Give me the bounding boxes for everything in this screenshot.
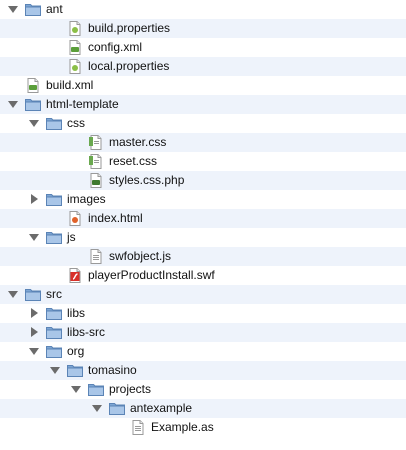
css-file-icon — [88, 135, 104, 150]
tree-item-label: js — [67, 230, 76, 244]
tree-item-label: swfobject.js — [109, 249, 172, 263]
swf-file-icon — [67, 268, 83, 283]
tree-item-label: libs-src — [67, 325, 105, 339]
folder-icon — [25, 287, 41, 302]
php-file-icon — [88, 173, 104, 188]
folder-icon — [46, 192, 62, 207]
tree-item-label: playerProductInstall.swf — [88, 268, 215, 282]
tree-folder-row-tomasino[interactable]: tomasino — [0, 361, 406, 380]
xml-file-icon — [25, 78, 41, 93]
tree-file-row-build-properties[interactable]: build.properties — [0, 19, 406, 38]
tree-item-label: build.xml — [46, 78, 94, 92]
tree-item-label: antexample — [130, 401, 193, 415]
tree-item-label: tomasino — [88, 363, 137, 377]
tree-folder-row-src[interactable]: src — [0, 285, 406, 304]
disclosure-triangle-expanded-icon[interactable] — [28, 231, 40, 243]
properties-file-icon — [67, 59, 83, 74]
disclosure-triangle-expanded-icon[interactable] — [7, 288, 19, 300]
tree-item-label: reset.css — [109, 154, 158, 168]
tree-item-label: Example.as — [151, 420, 214, 434]
tree-file-row-swfobject-js[interactable]: swfobject.js — [0, 247, 406, 266]
tree-folder-row-html-template[interactable]: html-template — [0, 95, 406, 114]
tree-folder-row-js[interactable]: js — [0, 228, 406, 247]
tree-item-label: org — [67, 344, 85, 358]
tree-file-row-index-html[interactable]: index.html — [0, 209, 406, 228]
tree-item-label: libs — [67, 306, 86, 320]
disclosure-triangle-expanded-icon[interactable] — [91, 402, 103, 414]
disclosure-triangle-expanded-icon[interactable] — [7, 3, 19, 15]
xml-file-icon — [67, 40, 83, 55]
folder-icon — [46, 325, 62, 340]
disclosure-triangle-expanded-icon[interactable] — [28, 117, 40, 129]
disclosure-triangle-collapsed-icon[interactable] — [28, 193, 40, 205]
tree-item-label: css — [67, 116, 85, 130]
html-file-icon — [67, 211, 83, 226]
folder-icon — [46, 306, 62, 321]
disclosure-triangle-collapsed-icon[interactable] — [28, 326, 40, 338]
css-file-icon — [88, 154, 104, 169]
tree-item-label: local.properties — [88, 59, 170, 73]
folder-icon — [46, 116, 62, 131]
folder-icon — [46, 230, 62, 245]
folder-icon — [67, 363, 83, 378]
disclosure-triangle-expanded-icon[interactable] — [7, 98, 19, 110]
tree-file-row-reset-css[interactable]: reset.css — [0, 152, 406, 171]
tree-folder-row-libs-src[interactable]: libs-src — [0, 323, 406, 342]
tree-file-row-example-as[interactable]: Example.as — [0, 418, 406, 437]
tree-file-row-playerproductinstall-swf[interactable]: playerProductInstall.swf — [0, 266, 406, 285]
disclosure-triangle-collapsed-icon[interactable] — [28, 307, 40, 319]
tree-item-label: src — [46, 287, 62, 301]
folder-icon — [46, 344, 62, 359]
tree-folder-row-css[interactable]: css — [0, 114, 406, 133]
tree-folder-row-images[interactable]: images — [0, 190, 406, 209]
actionscript-file-icon — [130, 420, 146, 435]
tree-item-label: ant — [46, 2, 63, 16]
properties-file-icon — [67, 21, 83, 36]
tree-item-label: styles.css.php — [109, 173, 185, 187]
tree-folder-row-libs[interactable]: libs — [0, 304, 406, 323]
folder-icon — [25, 97, 41, 112]
tree-folder-row-org[interactable]: org — [0, 342, 406, 361]
tree-item-label: projects — [109, 382, 152, 396]
tree-item-label: index.html — [88, 211, 143, 225]
tree-file-row-build-xml[interactable]: build.xml — [0, 76, 406, 95]
tree-file-row-config-xml[interactable]: config.xml — [0, 38, 406, 57]
folder-icon — [25, 2, 41, 17]
tree-item-label: images — [67, 192, 106, 206]
tree-file-row-master-css[interactable]: master.css — [0, 133, 406, 152]
tree-item-label: config.xml — [88, 40, 143, 54]
javascript-file-icon — [88, 249, 104, 264]
tree-item-label: master.css — [109, 135, 167, 149]
folder-icon — [109, 401, 125, 416]
tree-item-label: html-template — [46, 97, 119, 111]
tree-folder-row-antexample[interactable]: antexample — [0, 399, 406, 418]
folder-icon — [88, 382, 104, 397]
file-tree: ant build.properties config.xml local.prope… — [0, 0, 406, 450]
tree-file-row-styles-css-php[interactable]: styles.css.php — [0, 171, 406, 190]
tree-folder-row-ant[interactable]: ant — [0, 0, 406, 19]
disclosure-triangle-expanded-icon[interactable] — [28, 345, 40, 357]
disclosure-triangle-expanded-icon[interactable] — [49, 364, 61, 376]
tree-item-label: build.properties — [88, 21, 171, 35]
tree-file-row-local-properties[interactable]: local.properties — [0, 57, 406, 76]
tree-folder-row-projects[interactable]: projects — [0, 380, 406, 399]
disclosure-triangle-expanded-icon[interactable] — [70, 383, 82, 395]
